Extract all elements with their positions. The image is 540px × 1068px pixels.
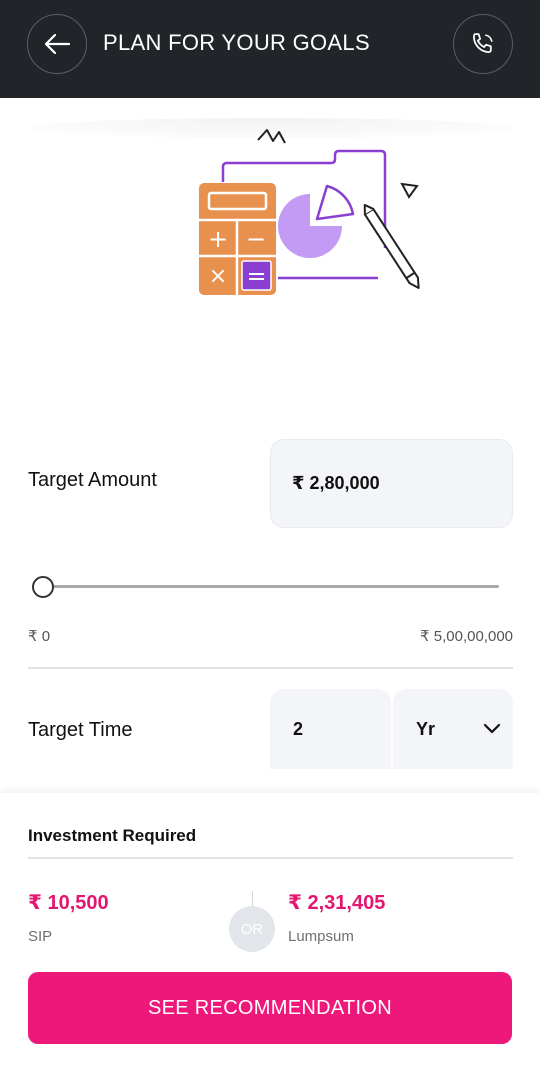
minus-sign: − [246,225,266,253]
lumpsum-amount: ₹ 2,31,405 [288,892,386,914]
equals-sign: = [246,262,266,290]
chevron-down-icon [483,723,501,734]
phone-icon [473,33,493,54]
amount-slider-thumb[interactable] [32,576,54,598]
calculator-chart-illustration: + − × = [199,129,420,295]
see-recommendation-button[interactable]: SEE RECOMMENDATION [28,972,512,1044]
multiply-sign: × [209,264,227,289]
lumpsum-label: Lumpsum [288,928,354,945]
target-years-input[interactable]: 2 [270,689,391,769]
page-title: PLAN FOR YOUR GOALS [103,30,370,55]
years-value: 2 [293,718,304,739]
back-button[interactable] [27,14,87,74]
slider-min-label: ₹ 0 [28,628,51,645]
target-time-label: Target Time [28,719,133,741]
amount-slider-track[interactable] [44,585,499,588]
target-amount-label: Target Amount [28,469,157,491]
sip-label: SIP [28,928,53,945]
plus-sign: + [208,225,228,253]
target-amount-input[interactable]: ₹ 2,80,000 [270,439,513,528]
or-badge: OR [229,906,275,952]
call-button[interactable] [453,14,513,74]
divider [28,857,513,859]
unit-value: Yr [416,718,436,739]
divider [28,667,513,669]
time-unit-select[interactable]: Yr [393,689,513,769]
app-header: PLAN FOR YOUR GOALS [0,0,540,98]
sip-amount: ₹ 10,500 [28,892,109,914]
arrow-left-icon [44,33,71,55]
investment-required-title: Investment Required [28,826,197,845]
slider-max-label: ₹ 5,00,00,000 [420,628,513,645]
